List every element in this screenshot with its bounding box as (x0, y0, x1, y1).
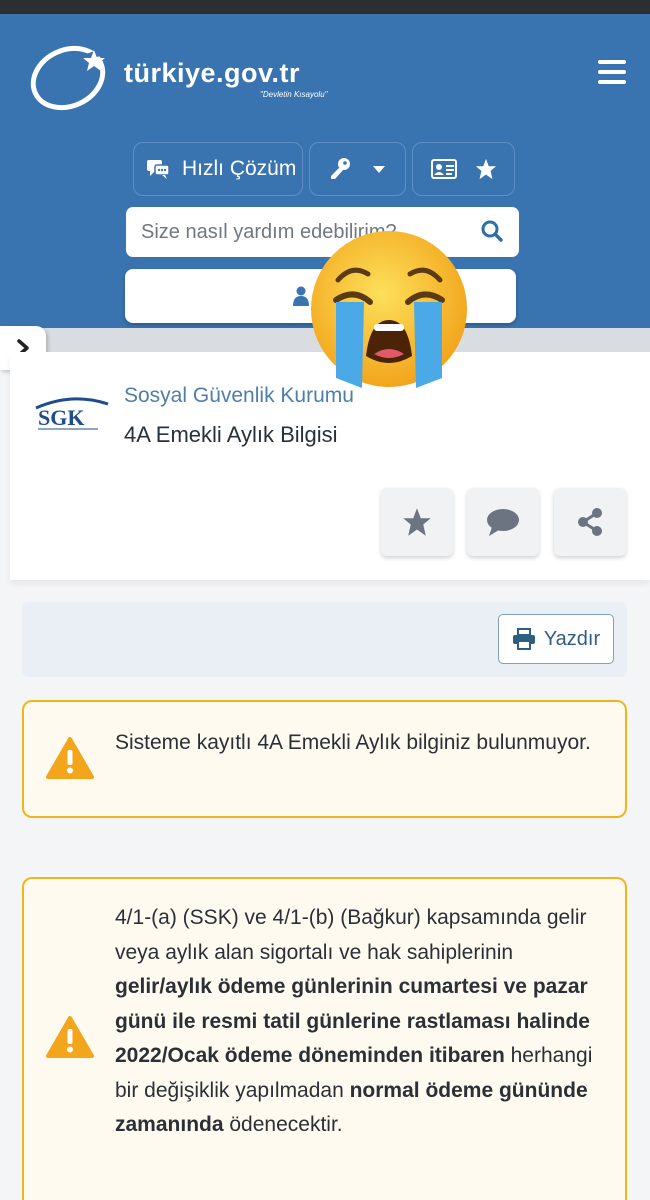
chat-icon (147, 160, 170, 179)
search-icon[interactable] (481, 220, 503, 242)
payment-info-alert: 4/1-(a) (SSK) ve 4/1-(b) (Bağkur) kapsam… (22, 877, 627, 1200)
alert-message: Sisteme kayıtlı 4A Emekli Aylık bilginiz… (115, 731, 591, 754)
alert-message: 4/1-(a) (SSK) ve 4/1-(b) (Bağkur) kapsam… (115, 901, 615, 1143)
share-icon (578, 508, 602, 536)
print-button[interactable]: Yazdır (498, 614, 614, 664)
favorite-button[interactable] (381, 488, 453, 556)
brand-name: türkiye.gov.tr (124, 58, 301, 88)
comment-button[interactable] (467, 488, 539, 556)
alert-text-part: 4/1-(a) (SSK) ve 4/1-(b) (Bağkur) kapsam… (115, 906, 587, 964)
warning-icon (46, 1016, 94, 1058)
quick-solution-button[interactable]: Hızlı Çözüm (133, 142, 303, 196)
star-icon (475, 158, 496, 180)
warning-icon (46, 737, 94, 779)
id-card-icon (430, 159, 457, 179)
site-logo[interactable]: türkiye.gov.tr "Devletin Kısayolu" (28, 36, 338, 116)
crying-face-emoji (311, 231, 467, 388)
quick-solution-label: Hızlı Çözüm (182, 157, 297, 180)
hamburger-icon[interactable] (594, 60, 630, 90)
warning-alert: Sisteme kayıtlı 4A Emekli Aylık bilginiz… (22, 700, 627, 818)
status-strip (0, 0, 650, 14)
comment-icon (487, 509, 519, 536)
key-icon (330, 158, 350, 179)
logo-icon (30, 45, 109, 111)
svg-text:SGK: SGK (38, 405, 84, 430)
brand-slogan: "Devletin Kısayolu" (260, 90, 328, 99)
sgk-logo: SGK (35, 397, 109, 430)
print-toolbar: Yazdır (22, 602, 627, 677)
id-favorites-button[interactable] (412, 142, 515, 196)
print-icon (512, 628, 535, 650)
login-dropdown[interactable] (309, 142, 406, 196)
caret-down-icon (372, 166, 385, 173)
page-title: 4A Emekli Aylık Bilgisi (124, 422, 338, 447)
alert-text-part: ödenecektir. (223, 1113, 343, 1136)
star-icon (403, 508, 431, 536)
share-button[interactable] (554, 488, 626, 556)
print-label: Yazdır (543, 627, 601, 650)
user-icon (292, 286, 309, 306)
